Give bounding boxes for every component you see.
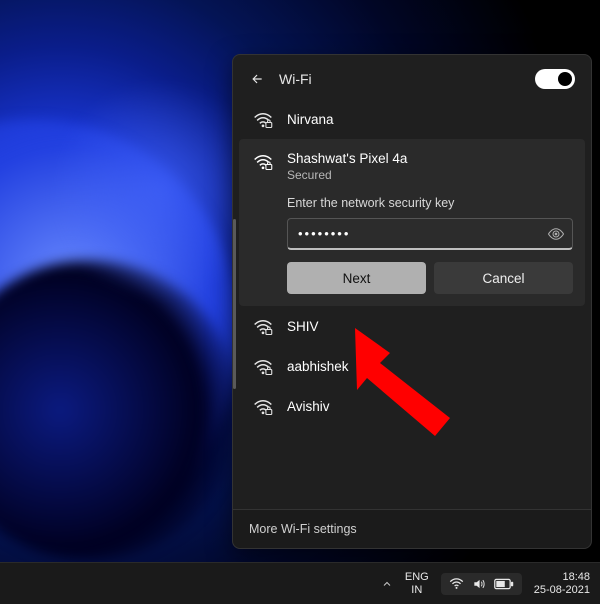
network-item-aabhishek[interactable]: aabhishek bbox=[233, 346, 591, 386]
network-name: Avishiv bbox=[287, 399, 330, 414]
tray-overflow-button[interactable] bbox=[381, 578, 393, 590]
network-name: SHIV bbox=[287, 319, 319, 334]
battery-icon bbox=[494, 578, 514, 590]
wifi-secured-icon bbox=[253, 318, 273, 336]
date: 25-08-2021 bbox=[534, 584, 590, 597]
back-button[interactable] bbox=[249, 71, 265, 87]
wifi-secured-icon bbox=[253, 398, 273, 416]
wifi-toggle[interactable] bbox=[535, 69, 575, 89]
network-name: Nirvana bbox=[287, 112, 334, 127]
lang-primary: ENG bbox=[405, 571, 429, 584]
time: 18:48 bbox=[534, 571, 590, 584]
system-tray[interactable] bbox=[441, 573, 522, 595]
network-item-nirvana[interactable]: Nirvana bbox=[233, 99, 591, 139]
language-indicator[interactable]: ENG IN bbox=[405, 571, 429, 597]
wifi-panel: Wi-Fi Nirvana Shashwat's Pixel 4a Secure… bbox=[232, 54, 592, 549]
network-list: Nirvana Shashwat's Pixel 4a Secured Ente… bbox=[233, 99, 591, 509]
next-button[interactable]: Next bbox=[287, 262, 426, 294]
network-name: aabhishek bbox=[287, 359, 349, 374]
more-wifi-settings[interactable]: More Wi-Fi settings bbox=[233, 509, 591, 548]
more-settings-label: More Wi-Fi settings bbox=[249, 522, 357, 536]
panel-title: Wi-Fi bbox=[279, 71, 312, 87]
wifi-icon bbox=[449, 577, 464, 590]
security-key-input[interactable] bbox=[287, 218, 573, 250]
eye-icon bbox=[547, 225, 565, 243]
network-item-shiv[interactable]: SHIV bbox=[233, 306, 591, 346]
security-key-prompt: Enter the network security key bbox=[287, 196, 573, 210]
cancel-button[interactable]: Cancel bbox=[434, 262, 573, 294]
chevron-up-icon bbox=[381, 578, 393, 590]
network-name: Shashwat's Pixel 4a bbox=[287, 151, 573, 166]
wifi-secured-icon bbox=[253, 153, 273, 171]
lang-secondary: IN bbox=[405, 584, 429, 597]
network-item-avishiv[interactable]: Avishiv bbox=[233, 386, 591, 426]
volume-icon bbox=[472, 577, 486, 591]
wifi-secured-icon bbox=[253, 358, 273, 376]
show-password-button[interactable] bbox=[547, 225, 565, 243]
wifi-secured-icon bbox=[253, 111, 273, 129]
network-item-selected[interactable]: Shashwat's Pixel 4a Secured Enter the ne… bbox=[239, 139, 585, 306]
network-status: Secured bbox=[287, 168, 573, 182]
scrollbar[interactable] bbox=[233, 219, 236, 389]
clock[interactable]: 18:48 25-08-2021 bbox=[534, 571, 590, 597]
taskbar: ENG IN 18:48 25-08-2021 bbox=[0, 562, 600, 604]
arrow-left-icon bbox=[250, 72, 264, 86]
panel-header: Wi-Fi bbox=[233, 55, 591, 99]
